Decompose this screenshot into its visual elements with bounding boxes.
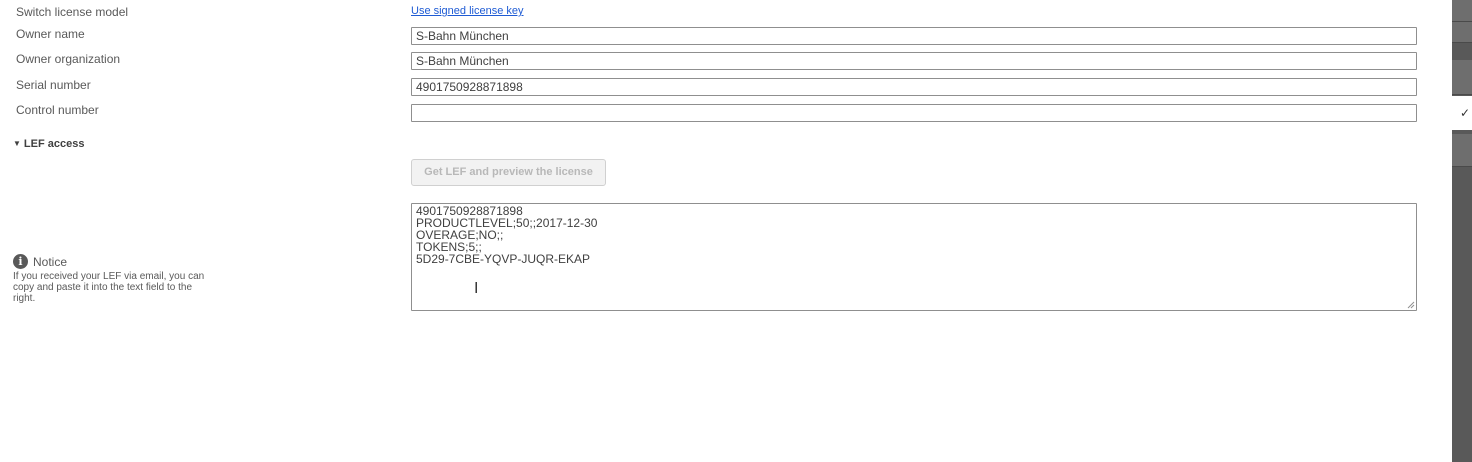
resize-grip-icon[interactable] xyxy=(1407,301,1415,309)
right-side-panel: ✓ xyxy=(1452,0,1472,462)
lef-access-section-toggle[interactable]: ▼ LEF access xyxy=(13,138,84,150)
use-signed-license-key-link[interactable]: Use signed license key xyxy=(411,5,524,17)
notice-header: i Notice xyxy=(13,254,213,269)
lef-line: PRODUCTLEVEL;50;;2017-12-30 xyxy=(416,216,598,230)
control-number-label: Control number xyxy=(16,103,99,117)
switch-license-model-label: Switch license model xyxy=(16,5,129,19)
checkmark-icon: ✓ xyxy=(1460,106,1471,120)
side-panel-tab[interactable] xyxy=(1452,60,1472,95)
lef-access-header: LEF access xyxy=(23,138,85,150)
lef-textarea[interactable]: 4901750928871898 PRODUCTLEVEL;50;;2017-1… xyxy=(411,203,1417,311)
owner-organization-label: Owner organization xyxy=(16,52,121,66)
control-number-input[interactable] xyxy=(411,104,1417,122)
serial-number-label: Serial number xyxy=(16,78,91,92)
text-cursor-icon: I xyxy=(474,280,479,297)
side-panel-tab[interactable] xyxy=(1452,22,1472,43)
notice-title: Notice xyxy=(33,254,68,269)
notice-body: If you received your LEF via email, you … xyxy=(13,271,205,304)
caret-down-icon: ▼ xyxy=(13,139,21,148)
info-icon: i xyxy=(13,254,28,269)
owner-organization-input[interactable] xyxy=(411,52,1417,70)
lef-line: 5D29-7CBE-YQVP-JUQR-EKAP xyxy=(416,252,591,266)
serial-number-input[interactable] xyxy=(411,78,1417,96)
lef-line: OVERAGE;NO;; xyxy=(416,228,504,242)
side-panel-tab[interactable] xyxy=(1452,0,1472,22)
owner-name-input[interactable] xyxy=(411,27,1417,45)
owner-name-label: Owner name xyxy=(16,27,85,41)
license-page: Switch license model Use signed license … xyxy=(0,0,1472,462)
get-lef-button[interactable]: Get LEF and preview the license xyxy=(411,159,606,186)
notice-box: i Notice If you received your LEF via em… xyxy=(13,254,213,304)
side-panel-tab[interactable] xyxy=(1452,134,1472,167)
